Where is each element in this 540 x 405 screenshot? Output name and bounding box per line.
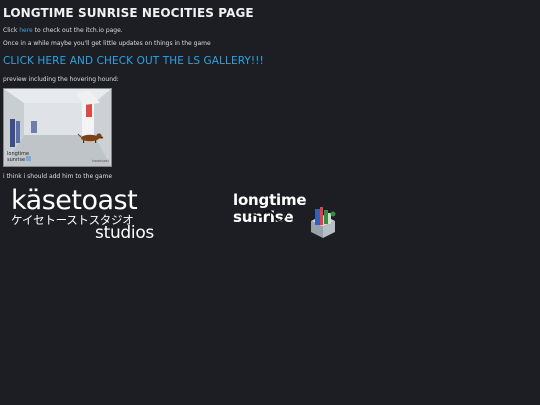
page-title: LONGTIME SUNRISE NEOCITIES PAGE xyxy=(3,6,254,20)
logos-row: käsetoast ケイセトーストスタジオ studios longtime s… xyxy=(3,185,537,258)
preview-image[interactable]: longtime sunrise kasetoast xyxy=(3,88,112,167)
preview-scene: longtime sunrise kasetoast xyxy=(4,89,111,166)
svg-text:kasetoast: kasetoast xyxy=(92,159,110,163)
kasetoast-studios: studios xyxy=(95,223,154,243)
intro-prefix: Click xyxy=(3,27,20,34)
itch-link[interactable]: here xyxy=(19,27,33,34)
gallery-link[interactable]: CLICK HERE AND CHECK OUT THE LS GALLERY!… xyxy=(3,55,537,67)
longtime-sunrise-logo: longtime sunrise xyxy=(233,193,343,245)
kasetoast-wordmark: käsetoast xyxy=(11,185,138,216)
ls-building-icon xyxy=(311,207,336,238)
svg-text:sunrise: sunrise xyxy=(7,157,25,163)
kasetoast-studios-logo: käsetoast ケイセトーストスタジオ studios xyxy=(11,185,156,244)
preview-caption: preview including the hovering hound: xyxy=(3,76,119,83)
page: LONGTIME SUNRISE NEOCITIES PAGE Click he… xyxy=(0,0,540,405)
itch-intro: Click here to check out the itch.io page… xyxy=(3,27,537,35)
intro-suffix: to check out the itch.io page. xyxy=(32,27,123,34)
after-caption: i think i should add him to the game xyxy=(3,173,113,180)
updates-text: Once in a while maybe you'll get little … xyxy=(3,40,211,47)
ls-scribble-icon xyxy=(250,210,288,223)
